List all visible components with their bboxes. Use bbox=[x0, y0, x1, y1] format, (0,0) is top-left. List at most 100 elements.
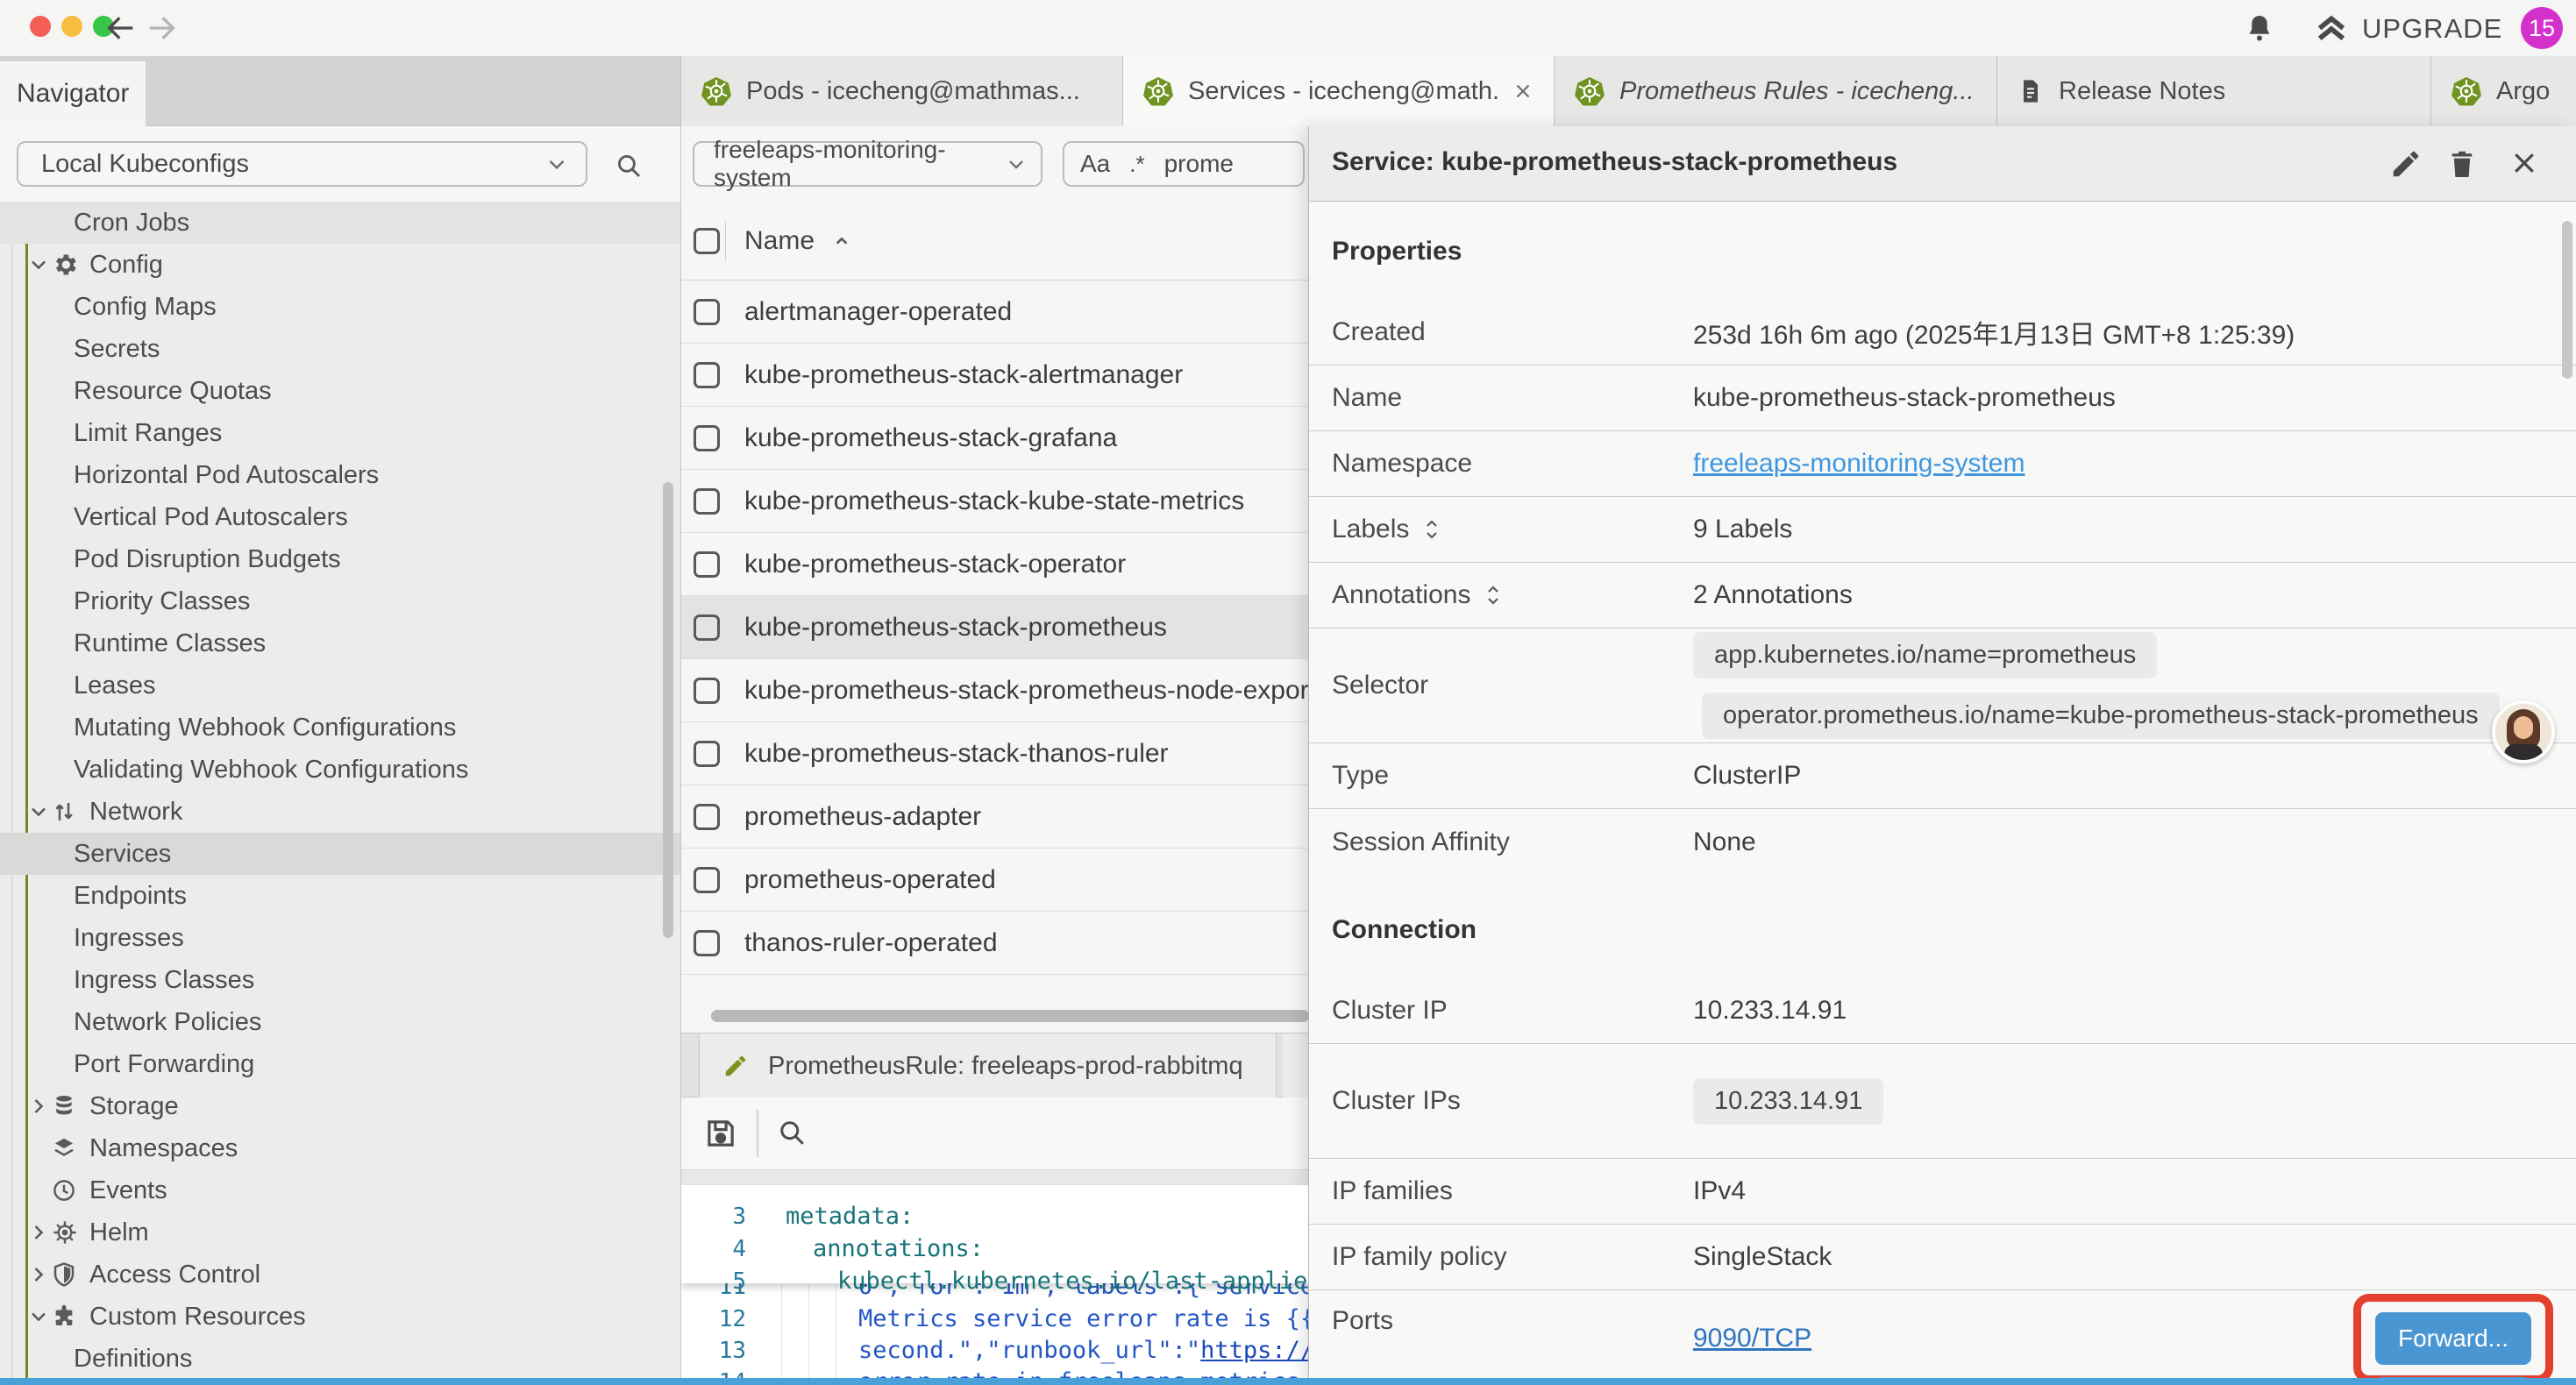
regex-toggle[interactable]: .* bbox=[1129, 151, 1144, 178]
table-row-kube-prometheus-stack-prometheus-node-exporter[interactable]: kube-prometheus-stack-prometheus-node-ex… bbox=[681, 659, 1308, 722]
row-checkbox[interactable] bbox=[694, 867, 720, 893]
row-checkbox[interactable] bbox=[694, 741, 720, 767]
navigator-tab[interactable]: Navigator bbox=[0, 61, 146, 126]
row-checkbox[interactable] bbox=[694, 425, 720, 451]
sidebar-item-secrets[interactable]: Secrets bbox=[0, 328, 680, 370]
tab-services-icecheng-math[interactable]: Services - icecheng@math... bbox=[1122, 56, 1554, 126]
notification-count-badge[interactable]: 15 bbox=[2521, 7, 2563, 49]
row-checkbox[interactable] bbox=[694, 551, 720, 578]
editor-search-icon[interactable] bbox=[776, 1117, 808, 1148]
column-header-name[interactable]: Name bbox=[744, 226, 853, 256]
delete-trash-icon[interactable] bbox=[2445, 147, 2479, 181]
sidebar-item-config[interactable]: Config bbox=[0, 244, 680, 286]
sidebar-item-storage[interactable]: Storage bbox=[0, 1085, 680, 1127]
close-icon[interactable] bbox=[2508, 147, 2540, 179]
sidebar-item-config-maps[interactable]: Config Maps bbox=[0, 286, 680, 328]
table-row-kube-prometheus-stack-prometheus[interactable]: kube-prometheus-stack-prometheus bbox=[681, 596, 1308, 659]
table-row-kube-prometheus-stack-kube-state-metrics[interactable]: kube-prometheus-stack-kube-state-metrics bbox=[681, 470, 1308, 533]
minimize-window-button[interactable] bbox=[61, 16, 82, 37]
sidebar-item-limit-ranges[interactable]: Limit Ranges bbox=[0, 412, 680, 454]
row-checkbox[interactable] bbox=[694, 678, 720, 704]
sort-updown-icon[interactable] bbox=[1421, 517, 1442, 542]
chevron-right-icon[interactable] bbox=[26, 1262, 53, 1287]
tab-prometheus-rules-icecheng[interactable]: Prometheus Rules - icecheng... bbox=[1554, 56, 1996, 126]
chevron-down-icon[interactable] bbox=[26, 799, 53, 824]
notifications-bell-icon[interactable] bbox=[2243, 12, 2276, 46]
row-checkbox[interactable] bbox=[694, 930, 720, 956]
tab-argo-se[interactable]: Argo Se bbox=[2430, 56, 2576, 126]
row-checkbox[interactable] bbox=[694, 299, 720, 325]
navigator-search-icon[interactable] bbox=[614, 151, 644, 181]
sidebar-item-ingresses[interactable]: Ingresses bbox=[0, 917, 680, 959]
sidebar-item-leases[interactable]: Leases bbox=[0, 664, 680, 707]
sidebar-item-resource-quotas[interactable]: Resource Quotas bbox=[0, 370, 680, 412]
sidebar-item-network-policies[interactable]: Network Policies bbox=[0, 1001, 680, 1043]
search-value: prome bbox=[1164, 150, 1234, 178]
namespace-link[interactable]: freeleaps-monitoring-system bbox=[1693, 449, 2025, 478]
yaml-editor[interactable]: 11 0","for":"1m","labels":{"service": 12… bbox=[681, 1185, 1308, 1385]
match-case-toggle[interactable]: Aa bbox=[1080, 150, 1110, 178]
horizontal-scrollbar[interactable] bbox=[711, 1010, 1308, 1022]
close-window-button[interactable] bbox=[30, 16, 51, 37]
chevron-right-icon[interactable] bbox=[26, 1094, 53, 1119]
sidebar-item-port-forwarding[interactable]: Port Forwarding bbox=[0, 1043, 680, 1085]
drawer-header: Service: kube-prometheus-stack-prometheu… bbox=[1309, 126, 2576, 202]
sidebar-item-validating-webhook-configurations[interactable]: Validating Webhook Configurations bbox=[0, 749, 680, 791]
services-search-input[interactable]: Aa .* prome bbox=[1063, 141, 1305, 187]
avatar[interactable] bbox=[2492, 700, 2555, 764]
table-row-alertmanager-operated[interactable]: alertmanager-operated bbox=[681, 281, 1308, 344]
back-arrow-icon[interactable] bbox=[103, 11, 139, 46]
tab-release-notes[interactable]: Release Notes bbox=[1996, 56, 2430, 126]
table-row-kube-prometheus-stack-operator[interactable]: kube-prometheus-stack-operator bbox=[681, 533, 1308, 596]
editor-tab-next[interactable] bbox=[1283, 1033, 1308, 1098]
tab-label: Prometheus Rules - icecheng... bbox=[1619, 77, 1975, 106]
table-row-prometheus-adapter[interactable]: prometheus-adapter bbox=[681, 785, 1308, 849]
upgrade-label[interactable]: UPGRADE bbox=[2362, 13, 2502, 45]
sidebar-item-endpoints[interactable]: Endpoints bbox=[0, 875, 680, 917]
kubeconfig-select[interactable]: Local Kubeconfigs bbox=[17, 141, 587, 187]
sidebar-item-definitions[interactable]: Definitions bbox=[0, 1338, 680, 1380]
namespace-filter-select[interactable]: freeleaps-monitoring-system bbox=[693, 141, 1042, 187]
sidebar-item-runtime-classes[interactable]: Runtime Classes bbox=[0, 622, 680, 664]
chevron-down-icon[interactable] bbox=[26, 1304, 53, 1329]
sidebar-item-horizontal-pod-autoscalers[interactable]: Horizontal Pod Autoscalers bbox=[0, 454, 680, 496]
table-row-prometheus-operated[interactable]: prometheus-operated bbox=[681, 849, 1308, 912]
table-row-kube-prometheus-stack-thanos-ruler[interactable]: kube-prometheus-stack-thanos-ruler bbox=[681, 722, 1308, 785]
sidebar-item-network[interactable]: Network bbox=[0, 791, 680, 833]
close-icon[interactable] bbox=[1512, 80, 1534, 103]
sidebar-item-namespaces[interactable]: Namespaces bbox=[0, 1127, 680, 1169]
table-row-kube-prometheus-stack-alertmanager[interactable]: kube-prometheus-stack-alertmanager bbox=[681, 344, 1308, 407]
upgrade-icon[interactable] bbox=[2313, 11, 2350, 46]
sidebar-item-access-control[interactable]: Access Control bbox=[0, 1254, 680, 1296]
drawer-scrollbar[interactable] bbox=[2562, 221, 2572, 379]
tab-pods-icecheng-mathmas[interactable]: Pods - icecheng@mathmas... bbox=[680, 56, 1122, 126]
chevron-right-icon[interactable] bbox=[26, 1220, 53, 1245]
table-row-kube-prometheus-stack-grafana[interactable]: kube-prometheus-stack-grafana bbox=[681, 407, 1308, 470]
sidebar-item-custom-resources[interactable]: Custom Resources bbox=[0, 1296, 680, 1338]
sidebar-item-services[interactable]: Services bbox=[0, 833, 680, 875]
edit-pencil-icon[interactable] bbox=[2389, 147, 2423, 181]
save-icon[interactable] bbox=[702, 1115, 739, 1152]
sidebar-item-vertical-pod-autoscalers[interactable]: Vertical Pod Autoscalers bbox=[0, 496, 680, 538]
table-row-thanos-ruler-operated[interactable]: thanos-ruler-operated bbox=[681, 912, 1308, 975]
editor-tab-prometheusrule[interactable]: PrometheusRule: freeleaps-prod-rabbitmq bbox=[699, 1033, 1277, 1098]
sidebar-item-cron-jobs[interactable]: Cron Jobs bbox=[0, 202, 680, 244]
port-link-9090-tcp[interactable]: 9090/TCP bbox=[1693, 1324, 1811, 1353]
sidebar-item-ingress-classes[interactable]: Ingress Classes bbox=[0, 959, 680, 1001]
sidebar-item-pod-disruption-budgets[interactable]: Pod Disruption Budgets bbox=[0, 538, 680, 580]
forward-arrow-icon[interactable] bbox=[144, 11, 179, 46]
forward-button[interactable]: Forward... bbox=[2375, 1312, 2531, 1365]
sort-updown-icon[interactable] bbox=[1483, 583, 1504, 607]
sidebar-item-helm[interactable]: Helm bbox=[0, 1211, 680, 1254]
row-checkbox[interactable] bbox=[694, 614, 720, 641]
row-checkbox[interactable] bbox=[694, 804, 720, 830]
sidebar-item-priority-classes[interactable]: Priority Classes bbox=[0, 580, 680, 622]
row-checkbox[interactable] bbox=[694, 488, 720, 515]
tree-scrollbar[interactable] bbox=[663, 482, 673, 938]
chevron-down-icon[interactable] bbox=[26, 252, 53, 277]
sidebar-item-events[interactable]: Events bbox=[0, 1169, 680, 1211]
select-all-checkbox[interactable] bbox=[694, 228, 720, 254]
row-checkbox[interactable] bbox=[694, 362, 720, 388]
sidebar-item-mutating-webhook-configurations[interactable]: Mutating Webhook Configurations bbox=[0, 707, 680, 749]
code-link[interactable]: https://net bbox=[1200, 1337, 1308, 1364]
